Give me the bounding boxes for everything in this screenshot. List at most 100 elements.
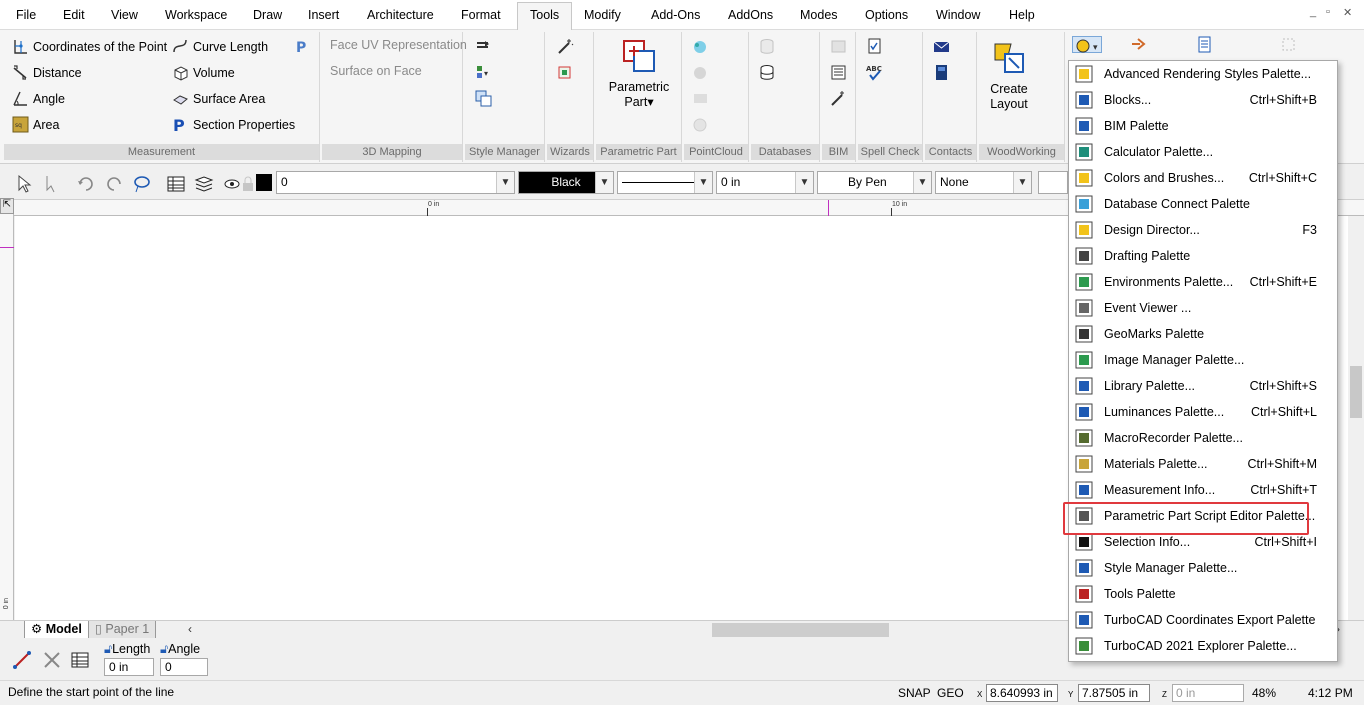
menu-edit[interactable]: Edit bbox=[63, 7, 85, 23]
section-properties-button[interactable]: P Section Properties bbox=[172, 116, 295, 133]
line-style-combo[interactable]: ▼ bbox=[617, 171, 713, 194]
pointcloud-import-icon[interactable] bbox=[692, 38, 709, 55]
menu-item[interactable]: Advanced Rendering Styles Palette... bbox=[1069, 61, 1337, 87]
curve-length-button[interactable]: Curve Length bbox=[172, 38, 268, 55]
menu-help[interactable]: Help bbox=[1009, 7, 1035, 23]
color-combo[interactable]: Black ▼ bbox=[518, 171, 614, 194]
pen-combo[interactable]: By Pen ▼ bbox=[817, 171, 932, 194]
menu-item[interactable]: Style Manager Palette... bbox=[1069, 555, 1337, 581]
x-coordinate-field[interactable]: 8.640993 in bbox=[986, 684, 1058, 702]
spell-check-abc-icon[interactable]: ABC bbox=[866, 64, 883, 81]
layer-table-icon[interactable] bbox=[166, 174, 186, 194]
menu-item[interactable]: Tools Palette bbox=[1069, 581, 1337, 607]
select-edit-icon[interactable] bbox=[42, 174, 62, 194]
style-manager-icon[interactable] bbox=[475, 38, 492, 55]
database-disabled-icon[interactable] bbox=[759, 38, 776, 55]
menu-view[interactable]: View bbox=[111, 7, 138, 23]
pattern-combo[interactable]: None ▼ bbox=[935, 171, 1032, 194]
snap-toggle[interactable]: SNAP bbox=[898, 686, 931, 700]
surface-area-button[interactable]: Surface Area bbox=[172, 90, 265, 107]
layer-color-swatch[interactable] bbox=[256, 174, 272, 191]
tab-paper-1[interactable]: ▯ Paper 1 bbox=[88, 621, 157, 639]
layers-icon[interactable] bbox=[194, 174, 214, 194]
create-layout-button[interactable]: Create Layout bbox=[983, 40, 1035, 112]
distance-button[interactable]: Distance bbox=[12, 64, 82, 81]
horizontal-scroll-thumb[interactable] bbox=[712, 623, 889, 637]
grid-select-icon[interactable] bbox=[1280, 36, 1297, 53]
style-apply-icon[interactable] bbox=[475, 90, 492, 107]
scroll-left-icon[interactable]: ‹ bbox=[188, 622, 192, 636]
mail-icon[interactable] bbox=[933, 38, 950, 55]
tab-model[interactable]: ⚙ Model bbox=[24, 621, 89, 639]
menu-item[interactable]: Blocks... Ctrl+Shift+B bbox=[1069, 87, 1337, 113]
angle-button[interactable]: Angle bbox=[12, 90, 65, 107]
lock-icon[interactable] bbox=[238, 174, 258, 194]
database-icon[interactable] bbox=[759, 64, 776, 81]
contacts-book-icon[interactable] bbox=[933, 64, 950, 81]
style-tools-icon[interactable]: ▾ bbox=[475, 64, 492, 81]
properties-p-button[interactable]: P bbox=[294, 38, 311, 55]
menu-draw[interactable]: Draw bbox=[253, 7, 282, 23]
surface-on-face-button[interactable]: Surface on Face bbox=[330, 64, 422, 78]
wizard-select-icon[interactable] bbox=[557, 64, 574, 81]
menu-item[interactable]: Materials Palette... Ctrl+Shift+M bbox=[1069, 451, 1337, 477]
cancel-icon[interactable] bbox=[42, 650, 62, 670]
menu-item[interactable]: Measurement Info... Ctrl+Shift+T bbox=[1069, 477, 1337, 503]
menu-item[interactable]: GeoMarks Palette bbox=[1069, 321, 1337, 347]
menu-workspace[interactable]: Workspace bbox=[165, 7, 227, 23]
bim-wand-icon[interactable] bbox=[830, 90, 847, 107]
menu-window[interactable]: Window bbox=[936, 7, 980, 23]
pointcloud-edit-icon[interactable] bbox=[692, 90, 709, 107]
menu-item[interactable]: Design Director... F3 bbox=[1069, 217, 1337, 243]
menu-item[interactable]: Event Viewer ... bbox=[1069, 295, 1337, 321]
face-uv-button[interactable]: Face UV Representation bbox=[330, 38, 467, 52]
menu-item[interactable]: BIM Palette bbox=[1069, 113, 1337, 139]
y-coordinate-field[interactable]: 7.87505 in bbox=[1078, 684, 1150, 702]
z-coordinate-field[interactable]: 0 in bbox=[1172, 684, 1244, 702]
volume-button[interactable]: Volume bbox=[172, 64, 235, 81]
properties-table-icon[interactable] bbox=[70, 650, 90, 670]
menu-item[interactable]: Environments Palette... Ctrl+Shift+E bbox=[1069, 269, 1337, 295]
length-input[interactable]: 0 in bbox=[104, 658, 154, 676]
pointcloud-view-icon[interactable] bbox=[692, 116, 709, 133]
redo-icon[interactable] bbox=[104, 174, 124, 194]
menu-options[interactable]: Options bbox=[865, 7, 908, 23]
menu-item[interactable]: TurboCAD 2021 Explorer Palette... bbox=[1069, 633, 1337, 659]
palettes-dropdown-button[interactable]: ▾ bbox=[1072, 36, 1102, 53]
minimize-button[interactable]: _ bbox=[1310, 6, 1316, 18]
menu-modify[interactable]: Modify bbox=[584, 7, 621, 23]
menu-modes[interactable]: Modes bbox=[800, 7, 838, 23]
bim-palette-icon[interactable] bbox=[830, 64, 847, 81]
menu-item[interactable]: TurboCAD Coordinates Export Palette bbox=[1069, 607, 1337, 633]
wizard-wand-icon[interactable] bbox=[557, 38, 574, 55]
layer-combo[interactable]: 0 ▼ bbox=[276, 171, 515, 194]
menu-insert[interactable]: Insert bbox=[308, 7, 339, 23]
render-icon[interactable] bbox=[1130, 36, 1147, 53]
pointcloud-tool-icon[interactable] bbox=[692, 64, 709, 81]
menu-item[interactable]: Colors and Brushes... Ctrl+Shift+C bbox=[1069, 165, 1337, 191]
menu-format[interactable]: Format bbox=[461, 7, 501, 23]
menu-addons[interactable]: AddOns bbox=[728, 7, 773, 23]
menu-item[interactable]: Database Connect Palette bbox=[1069, 191, 1337, 217]
line-width-combo[interactable]: 0 in ▼ bbox=[716, 171, 814, 194]
close-button[interactable]: ✕ bbox=[1343, 6, 1352, 19]
undo-icon[interactable] bbox=[76, 174, 96, 194]
menu-item[interactable]: Drafting Palette bbox=[1069, 243, 1337, 269]
menu-item[interactable]: MacroRecorder Palette... bbox=[1069, 425, 1337, 451]
document-icon[interactable] bbox=[1196, 36, 1213, 53]
menu-item[interactable]: Library Palette... Ctrl+Shift+S bbox=[1069, 373, 1337, 399]
select-arrow-icon[interactable] bbox=[14, 174, 34, 194]
area-button[interactable]: sq Area bbox=[12, 116, 59, 133]
lasso-icon[interactable] bbox=[132, 174, 152, 194]
angle-input[interactable]: 0 bbox=[160, 658, 208, 676]
menu-item[interactable]: Image Manager Palette... bbox=[1069, 347, 1337, 373]
vertical-scrollbar[interactable] bbox=[1348, 216, 1364, 620]
menu-item[interactable]: Luminances Palette... Ctrl+Shift+L bbox=[1069, 399, 1337, 425]
menu-file[interactable]: File bbox=[16, 7, 36, 23]
menu-item[interactable]: Calculator Palette... bbox=[1069, 139, 1337, 165]
spell-check-doc-icon[interactable] bbox=[866, 38, 883, 55]
extra-combo[interactable] bbox=[1038, 171, 1068, 194]
bim-disabled-icon[interactable] bbox=[830, 38, 847, 55]
geo-toggle[interactable]: GEO bbox=[937, 686, 964, 700]
parametric-part-button[interactable]: Parametric Part▾ bbox=[600, 38, 678, 110]
